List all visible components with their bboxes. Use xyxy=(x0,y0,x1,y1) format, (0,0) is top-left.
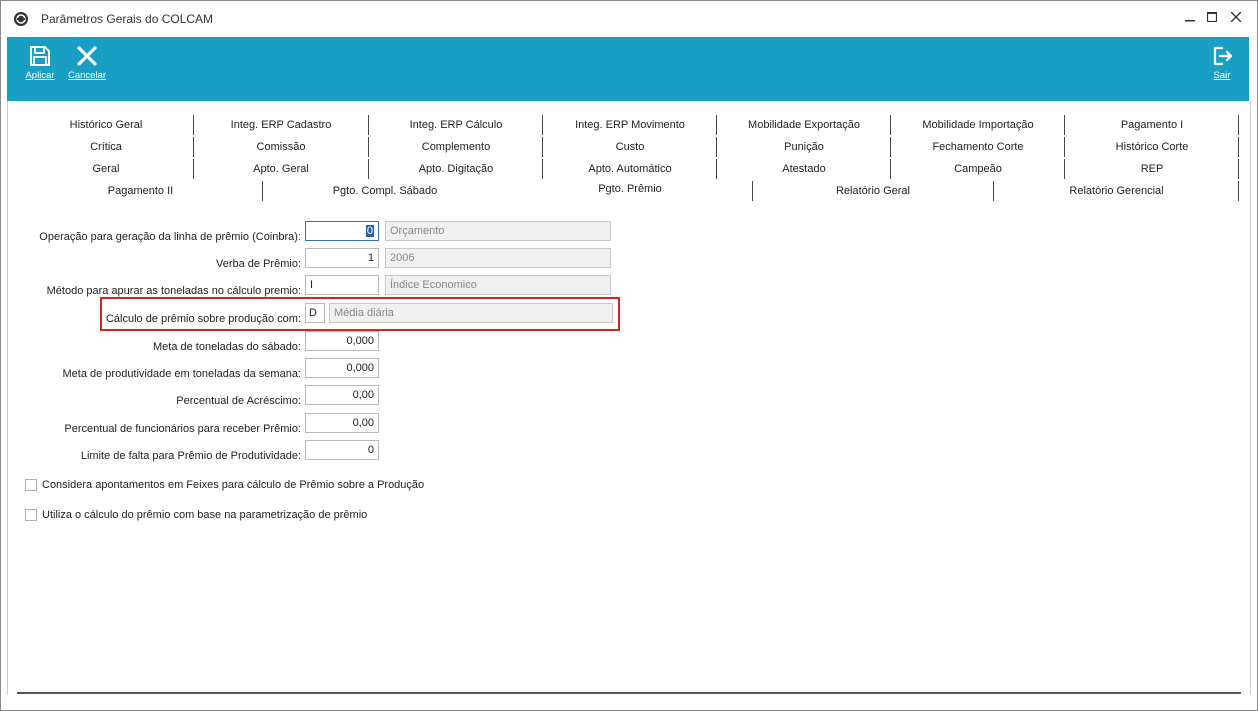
tab-separator xyxy=(716,159,717,179)
tab-relatorio-gerencial[interactable]: Relatório Gerencial xyxy=(994,180,1239,202)
tab-separator xyxy=(1238,159,1239,179)
close-icon xyxy=(1230,11,1242,23)
metodo-label: Método para apurar as toneladas no cálcu… xyxy=(46,285,301,297)
maximize-icon xyxy=(1206,11,1218,23)
percentual-funcionarios-label: Percentual de funcionários para receber … xyxy=(64,423,301,435)
meta-semana-label: Meta de produtividade em toneladas da se… xyxy=(62,368,302,380)
percentual-funcionarios-input[interactable]: 0,00 xyxy=(305,413,379,433)
meta-semana-input[interactable]: 0,000 xyxy=(305,358,379,378)
feixes-checkbox[interactable] xyxy=(25,479,37,491)
tab-geral[interactable]: Geral xyxy=(19,158,193,180)
meta-sabado-input[interactable]: 0,000 xyxy=(305,331,379,351)
tab-separator xyxy=(368,137,369,157)
close-button[interactable] xyxy=(1225,7,1247,29)
save-icon xyxy=(30,46,50,66)
tab-apto-geral[interactable]: Apto. Geral xyxy=(194,158,368,180)
percentual-acrescimo-label: Percentual de Acréscimo: xyxy=(176,395,301,407)
apply-button[interactable]: Aplicar xyxy=(21,45,59,81)
operacao-description: Orçamento xyxy=(385,221,611,241)
cancel-x-icon xyxy=(77,46,97,66)
tab-pgto-compl-sabado[interactable]: Pgto. Compl. Sábado xyxy=(263,180,507,202)
tab-separator xyxy=(193,115,194,135)
tab-integ-erp-calculo[interactable]: Integ. ERP Cálculo xyxy=(369,114,543,136)
verba-label: Verba de Prêmio: xyxy=(216,258,301,270)
tab-apto-digitacao[interactable]: Apto. Digitação xyxy=(369,158,543,180)
minimize-button[interactable] xyxy=(1179,7,1201,29)
tab-separator xyxy=(368,115,369,135)
tab-separator xyxy=(1064,137,1065,157)
tab-separator xyxy=(542,159,543,179)
toolbar: Aplicar Cancelar Sair xyxy=(7,37,1249,101)
feixes-checkbox-label[interactable]: Considera apontamentos em Feixes para cá… xyxy=(42,479,424,491)
title-bar: Parâmetros Gerais do COLCAM xyxy=(1,1,1257,37)
tab-custo[interactable]: Custo xyxy=(543,136,717,158)
operacao-input[interactable]: 0 xyxy=(305,221,379,241)
parametrizacao-checkbox-label[interactable]: Utiliza o cálculo do prêmio com base na … xyxy=(42,509,367,521)
tab-separator xyxy=(890,115,891,135)
tab-campeao[interactable]: Campeão xyxy=(891,158,1065,180)
tab-pagamento-ii[interactable]: Pagamento II xyxy=(19,180,262,202)
tab-separator xyxy=(193,137,194,157)
calculo-input[interactable]: D xyxy=(305,303,325,323)
tab-pagamento-i[interactable]: Pagamento I xyxy=(1065,114,1239,136)
tab-rep[interactable]: REP xyxy=(1065,158,1239,180)
tab-historico-corte[interactable]: Histórico Corte xyxy=(1065,136,1239,158)
operacao-label: Operação para geração da linha de prêmio… xyxy=(39,231,301,243)
tab-separator xyxy=(752,181,753,201)
limite-falta-input[interactable]: 0 xyxy=(305,440,379,460)
tab-relatorio-geral[interactable]: Relatório Geral xyxy=(753,180,993,202)
tab-integ-erp-cadastro[interactable]: Integ. ERP Cadastro xyxy=(194,114,368,136)
tab-apto-automatico[interactable]: Apto. Automático xyxy=(543,158,717,180)
calculo-label: Cálculo de prêmio sobre produção com: xyxy=(105,313,301,325)
calculo-description: Média diária xyxy=(329,303,613,323)
tab-critica[interactable]: Crítica xyxy=(19,136,193,158)
tab-mobilidade-exportacao[interactable]: Mobilidade Exportação xyxy=(717,114,891,136)
tab-separator xyxy=(1064,115,1065,135)
tab-separator xyxy=(193,159,194,179)
tab-historico-geral[interactable]: Histórico Geral xyxy=(19,114,193,136)
minimize-icon xyxy=(1185,20,1195,22)
apply-label: Aplicar xyxy=(25,70,55,81)
operacao-value: 0 xyxy=(365,225,374,237)
tab-integ-erp-movimento[interactable]: Integ. ERP Movimento xyxy=(543,114,717,136)
tab-comissao[interactable]: Comissão xyxy=(194,136,368,158)
tab-separator xyxy=(262,181,263,201)
tab-separator xyxy=(716,115,717,135)
percentual-acrescimo-input[interactable]: 0,00 xyxy=(305,385,379,405)
tab-fechamento-corte[interactable]: Fechamento Corte xyxy=(891,136,1065,158)
exit-icon xyxy=(1213,46,1233,66)
limite-falta-label: Limite de falta para Prêmio de Produtivi… xyxy=(80,450,301,462)
tab-separator xyxy=(993,181,994,201)
tab-separator xyxy=(716,137,717,157)
tab-separator xyxy=(368,159,369,179)
verba-input[interactable]: 1 xyxy=(305,248,379,268)
tab-separator xyxy=(890,159,891,179)
tab-separator xyxy=(890,137,891,157)
tab-separator xyxy=(1238,137,1239,157)
cancel-label: Cancelar xyxy=(67,70,107,81)
tab-mobilidade-importacao[interactable]: Mobilidade Importação xyxy=(891,114,1065,136)
tab-atestado[interactable]: Atestado xyxy=(717,158,891,180)
tab-punicao[interactable]: Punição xyxy=(717,136,891,158)
maximize-button[interactable] xyxy=(1201,7,1223,29)
window-title: Parâmetros Gerais do COLCAM xyxy=(41,12,214,26)
tab-separator xyxy=(542,137,543,157)
exit-button[interactable]: Sair xyxy=(1205,45,1239,81)
main-window: Parâmetros Gerais do COLCAM Aplicar Canc… xyxy=(0,0,1258,711)
metodo-input[interactable]: I xyxy=(305,275,379,295)
exit-label: Sair xyxy=(1213,70,1231,81)
tab-separator xyxy=(1064,159,1065,179)
meta-sabado-label: Meta de toneladas do sábado: xyxy=(152,341,301,353)
parametrizacao-checkbox[interactable] xyxy=(25,509,37,521)
cancel-button[interactable]: Cancelar xyxy=(65,45,109,81)
tab-complemento[interactable]: Complemento xyxy=(369,136,543,158)
tab-separator xyxy=(542,115,543,135)
metodo-description: Índice Economico xyxy=(385,275,611,295)
verba-description: 2006 xyxy=(385,248,611,268)
tab-pgto-premio[interactable]: Pgto. Prêmio xyxy=(508,178,752,200)
tab-separator xyxy=(1238,115,1239,135)
app-logo-icon xyxy=(14,12,28,26)
bottom-divider xyxy=(17,692,1241,694)
tab-separator xyxy=(1238,181,1239,201)
